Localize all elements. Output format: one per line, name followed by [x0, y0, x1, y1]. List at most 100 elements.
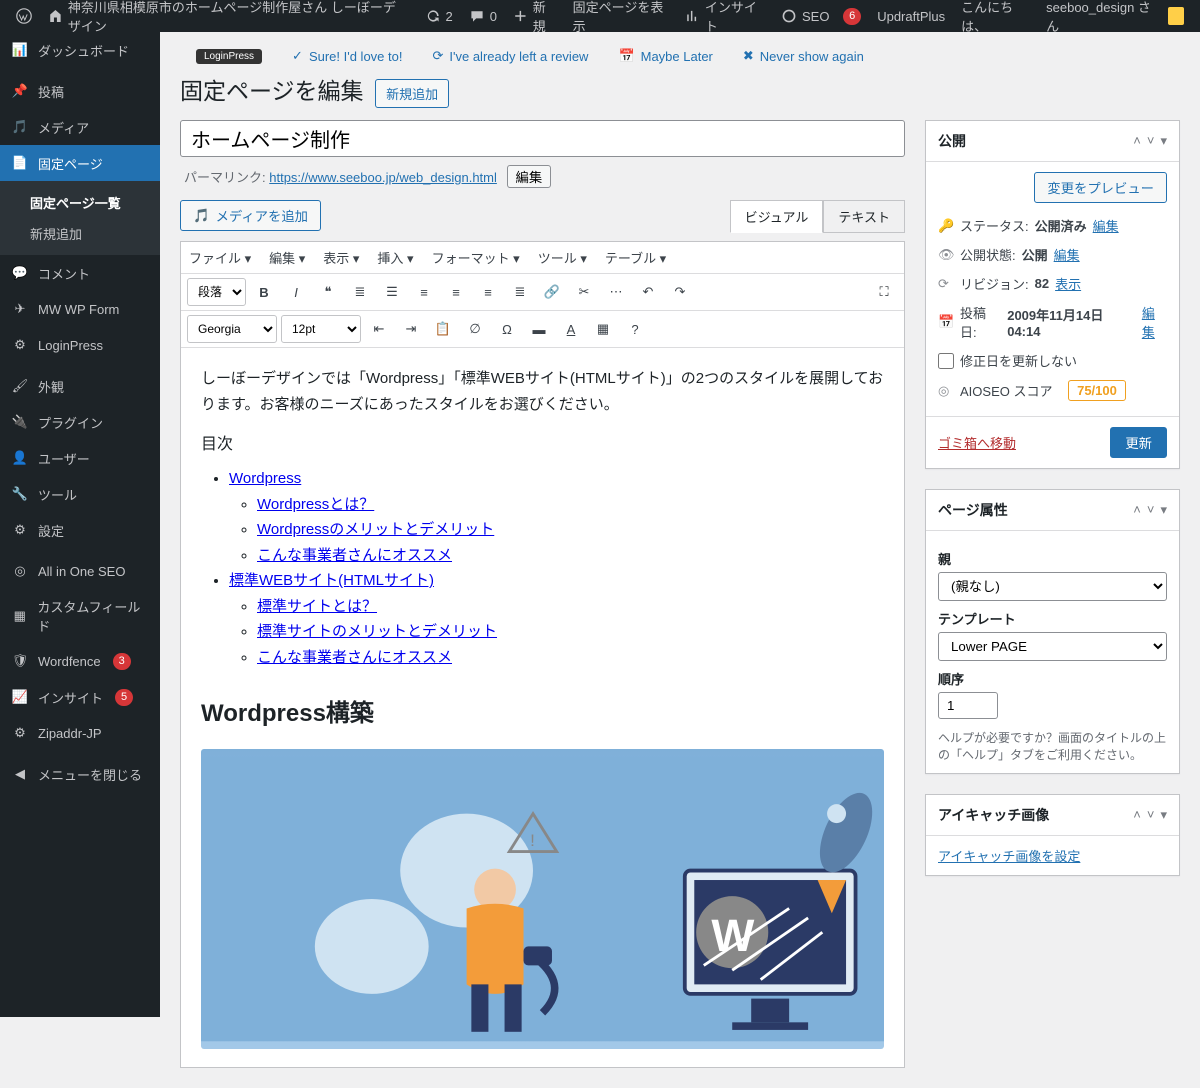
sidebar-item-dashboard[interactable]: 📊ダッシュボード [0, 32, 160, 68]
sidebar-item-collapse[interactable]: ◀メニューを閉じる [0, 756, 160, 792]
undo-icon[interactable]: ↶ [634, 278, 662, 306]
toc-html2[interactable]: 標準サイトのメリットとデメリット [257, 623, 497, 640]
tab-text[interactable]: テキスト [823, 200, 905, 233]
sidebar-sub-pages-new[interactable]: 新規追加 [0, 218, 160, 249]
update-button[interactable]: 更新 [1110, 427, 1167, 458]
toc-wp1[interactable]: Wordpressとは？ [257, 496, 374, 513]
preview-button[interactable]: 変更をプレビュー [1034, 172, 1167, 203]
view-page[interactable]: 固定ページを表示 [565, 0, 677, 32]
paste-icon[interactable]: 📋 [429, 315, 457, 343]
alignleft-icon[interactable]: ≡ [410, 278, 438, 306]
sidebar-item-tools[interactable]: 🔧ツール [0, 476, 160, 512]
edit-status[interactable]: 編集 [1093, 216, 1119, 235]
toggle-icon[interactable]: ▾ [1160, 807, 1167, 823]
add-media-button[interactable]: 🎵メディアを追加 [180, 200, 321, 231]
user-greeting[interactable]: こんにちは、 seeboo_design さん [953, 0, 1192, 32]
wp-logo[interactable] [8, 0, 40, 32]
parent-select[interactable]: (親なし) [938, 572, 1167, 601]
mb-format[interactable]: フォーマット ▾ [432, 248, 520, 267]
new-content[interactable]: 新規 [505, 0, 565, 32]
sidebar-item-plugins[interactable]: 🔌プラグイン [0, 404, 160, 440]
comments[interactable]: 0 [461, 0, 505, 32]
sidebar-item-insight[interactable]: 📈インサイト5 [0, 679, 160, 715]
sidebar-item-loginpress[interactable]: ⚙LoginPress [0, 327, 160, 363]
browse-revisions[interactable]: 表示 [1055, 274, 1081, 293]
sidebar-item-media[interactable]: 🎵メディア [0, 109, 160, 145]
forecolor-icon[interactable]: A [557, 315, 585, 343]
fontsize-select[interactable]: 12pt [281, 315, 361, 343]
move-down-icon[interactable]: ˅ [1147, 807, 1155, 823]
mb-view[interactable]: 表示 ▾ [323, 248, 359, 267]
edit-slug-button[interactable]: 編集 [507, 165, 552, 188]
numlist-icon[interactable]: ☰ [378, 278, 406, 306]
sidebar-sub-pages-list[interactable]: 固定ページ一覧 [0, 187, 160, 218]
link-icon[interactable]: 🔗 [538, 278, 566, 306]
unlink-icon[interactable]: ✂ [570, 278, 598, 306]
trash-link[interactable]: ゴミ箱へ移動 [938, 433, 1016, 452]
sidebar-item-pages[interactable]: 📄固定ページ [0, 145, 160, 181]
move-up-icon[interactable]: ˄ [1133, 807, 1141, 823]
more-icon[interactable]: ⋯ [602, 278, 630, 306]
bullist-icon[interactable]: ≣ [346, 278, 374, 306]
help-icon[interactable]: ? [621, 315, 649, 343]
notice-already[interactable]: ⟳I've already left a review [432, 48, 588, 64]
edit-date[interactable]: 編集 [1142, 303, 1167, 341]
toggle-icon[interactable]: ▾ [1160, 502, 1167, 518]
order-input[interactable] [938, 692, 998, 719]
sidebar-item-customfield[interactable]: ▦カスタムフィールド [0, 589, 160, 643]
tab-visual[interactable]: ビジュアル [730, 200, 824, 233]
toc-html1[interactable]: 標準サイトとは？ [257, 598, 377, 615]
mb-insert[interactable]: 挿入 ▾ [377, 248, 413, 267]
updates[interactable]: 2 [417, 0, 461, 32]
sidebar-item-posts[interactable]: 📌投稿 [0, 73, 160, 109]
toggle-icon[interactable]: ▾ [1160, 133, 1167, 149]
justify-icon[interactable]: ≣ [506, 278, 534, 306]
sidebar-item-wordfence[interactable]: 🛡Wordfence3 [0, 643, 160, 679]
site-name[interactable]: 神奈川県相模原市のホームページ制作屋さん しーぼーデザイン [40, 0, 417, 32]
add-new-button[interactable]: 新規追加 [375, 79, 449, 108]
mb-edit[interactable]: 編集 ▾ [269, 248, 305, 267]
notice-never[interactable]: ✖Never show again [743, 48, 864, 64]
style-select[interactable]: 段落 [187, 278, 246, 306]
insights[interactable]: インサイト [677, 0, 773, 32]
quote-icon[interactable]: ❝ [314, 278, 342, 306]
aligncenter-icon[interactable]: ≡ [442, 278, 470, 306]
toc-wp2[interactable]: Wordpressのメリットとデメリット [257, 521, 494, 538]
move-down-icon[interactable]: ˅ [1147, 133, 1155, 149]
bold-icon[interactable]: B [250, 278, 278, 306]
sidebar-item-comments[interactable]: 💬コメント [0, 255, 160, 291]
edit-visibility[interactable]: 編集 [1054, 245, 1080, 264]
toc-wp3[interactable]: こんな事業者さんにオススメ [257, 547, 452, 564]
fullscreen-icon[interactable]: ⛶ [870, 278, 898, 306]
font-select[interactable]: Georgia [187, 315, 277, 343]
mb-table[interactable]: テーブル ▾ [605, 248, 666, 267]
charmap-icon[interactable]: Ω [493, 315, 521, 343]
mb-file[interactable]: ファイル ▾ [189, 248, 251, 267]
set-featured-link[interactable]: アイキャッチ画像を設定 [938, 849, 1080, 864]
sidebar-item-users[interactable]: 👤ユーザー [0, 440, 160, 476]
sidebar-item-aioseo[interactable]: ◎All in One SEO [0, 553, 160, 589]
table-icon[interactable]: ▦ [589, 315, 617, 343]
move-down-icon[interactable]: ˅ [1147, 502, 1155, 518]
outdent-icon[interactable]: ⇤ [365, 315, 393, 343]
mb-tools[interactable]: ツール ▾ [538, 248, 587, 267]
toc-html[interactable]: 標準WEBサイト(HTMLサイト) [229, 572, 434, 589]
notice-love[interactable]: ✓Sure! I'd love to! [292, 48, 402, 64]
move-up-icon[interactable]: ˄ [1133, 502, 1141, 518]
permalink-link[interactable]: https://www.seeboo.jp/web_design.html [269, 170, 497, 185]
template-select[interactable]: Lower PAGE [938, 632, 1167, 661]
toc-wp[interactable]: Wordpress [229, 470, 301, 487]
seo[interactable]: SEO 6 [773, 0, 869, 32]
indent-icon[interactable]: ⇥ [397, 315, 425, 343]
redo-icon[interactable]: ↷ [666, 278, 694, 306]
italic-icon[interactable]: I [282, 278, 310, 306]
backcolor-icon[interactable]: ▬ [525, 315, 553, 343]
alignright-icon[interactable]: ≡ [474, 278, 502, 306]
sidebar-item-appearance[interactable]: 🖌外観 [0, 368, 160, 404]
updraft[interactable]: UpdraftPlus [869, 0, 953, 32]
sidebar-item-zipaddr[interactable]: ⚙Zipaddr-JP [0, 715, 160, 751]
sidebar-item-mwwpform[interactable]: ✈MW WP Form [0, 291, 160, 327]
post-title-input[interactable] [180, 120, 905, 157]
sidebar-item-settings[interactable]: ⚙設定 [0, 512, 160, 548]
clear-icon[interactable]: ∅ [461, 315, 489, 343]
